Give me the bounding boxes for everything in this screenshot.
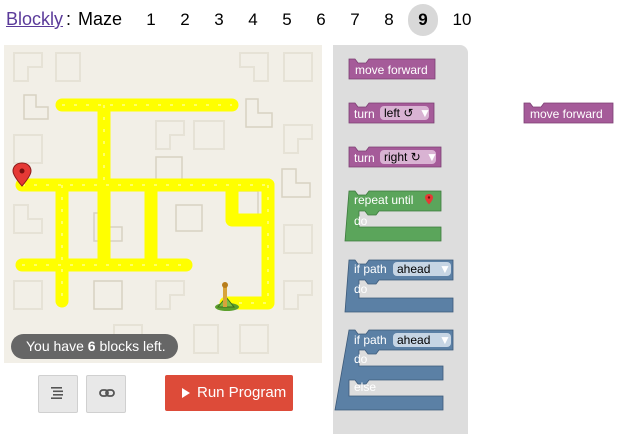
blocks-left-prefix: You have [26,338,84,354]
if-path-direction-value: ahead [397,262,430,276]
maze-path [15,98,275,310]
workspace-move-forward-block[interactable]: move forward [523,102,614,124]
level-link-6[interactable]: 6 [306,4,336,36]
blocks-left-count: 6 [87,338,96,354]
level-link-5[interactable]: 5 [272,4,302,36]
toolbox-turn-right-block[interactable]: turn right ↻ ▼ [348,146,442,168]
workspace-move-forward-label: move forward [530,107,603,121]
maze-canvas [4,45,322,363]
blockly-workspace[interactable]: move forward turn left ↺ ▼ turn right ↻ … [333,45,637,434]
if-else-else-label: else [354,380,376,394]
dropdown-arrow-icon: ▼ [419,106,431,120]
toolbox-if-path-block[interactable]: if path ahead ▼ do [344,259,454,313]
dropdown-arrow-icon: ▼ [439,333,451,347]
level-link-10[interactable]: 10 [447,4,477,36]
level-link-2[interactable]: 2 [170,4,200,36]
link-button[interactable] [86,375,126,413]
turn-left-value: left ↺ [384,106,413,120]
level-link-8[interactable]: 8 [374,4,404,36]
move-forward-label: move forward [355,63,428,77]
if-else-direction-value: ahead [397,333,430,347]
blockly-home-link[interactable]: Blockly [6,9,63,30]
repeat-until-label: repeat until [354,193,413,207]
level-link-3[interactable]: 3 [204,4,234,36]
title-separator: : [66,9,72,29]
if-else-path-label: if path [354,333,387,347]
turn-right-label: turn [354,151,375,165]
repeat-do-label: do [354,214,368,228]
toolbox-if-else-block[interactable]: if path ahead ▼ do else [334,329,454,411]
show-code-button[interactable] [38,375,78,413]
toolbox-turn-left-block[interactable]: turn left ↺ ▼ [348,102,435,124]
run-program-label: Run Program [197,384,287,401]
toolbox-repeat-until-block[interactable]: repeat until do [344,190,442,242]
header: Blockly : Maze 1 2 3 4 5 6 7 8 9 10 [0,0,637,40]
level-current-9[interactable]: 9 [408,4,438,36]
link-icon [99,389,115,397]
level-link-4[interactable]: 4 [238,4,268,36]
run-program-button[interactable]: Run Program [165,375,293,411]
toolbox-move-forward-block[interactable]: move forward [348,58,436,80]
play-icon [182,388,190,398]
if-else-do-label: do [354,352,368,366]
page-title: Maze [78,9,123,29]
level-link-1[interactable]: 1 [136,4,166,36]
blocks-left-notice: You have 6 blocks left. [11,334,178,359]
code-lines-icon [51,387,63,399]
if-path-label: if path [354,262,387,276]
turn-left-label: turn [354,107,375,121]
turn-right-value: right ↻ [384,150,421,164]
dropdown-arrow-icon: ▼ [439,262,451,276]
level-link-7[interactable]: 7 [340,4,370,36]
dropdown-arrow-icon: ▼ [426,150,438,164]
if-do-label: do [354,282,368,296]
blocks-left-suffix: blocks left. [99,338,166,354]
